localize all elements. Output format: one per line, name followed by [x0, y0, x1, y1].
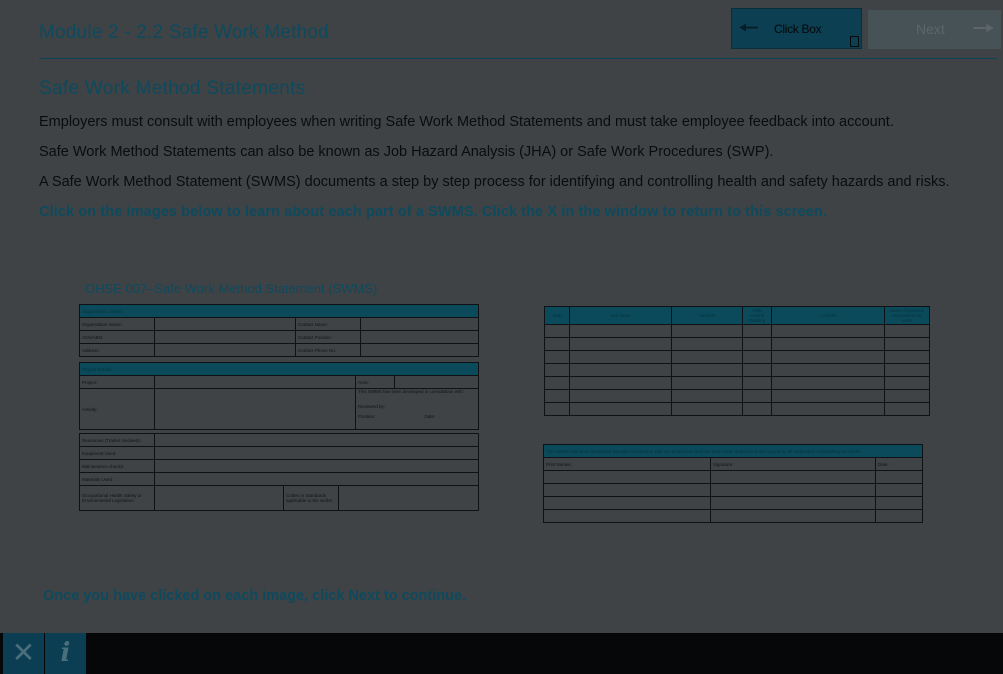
form-label: Organisation Name:	[79, 317, 155, 331]
form-label: Activity:	[79, 388, 155, 430]
form-label: Reviewed by:	[358, 404, 386, 409]
column-header: Signature:	[710, 457, 876, 471]
next-button[interactable]: Next 🠖	[868, 10, 1001, 49]
swms-form-image-steps[interactable]: Step Job steps Hazards Risk Control Rank…	[544, 306, 932, 416]
form-title: OHSE 007–Safe Work Method Statement (SWM…	[85, 281, 378, 296]
form-label: Codes or Standards applicable to the wor…	[283, 485, 339, 511]
form-header: Organisation Details	[79, 304, 479, 318]
footer-note: Once you have clicked on each image, cli…	[43, 588, 467, 604]
column-header: Print Names:	[543, 457, 711, 471]
close-button[interactable]: ✕	[3, 633, 44, 674]
column-header: Step	[544, 306, 570, 325]
form-label: Occupational Health Safety or Environmen…	[79, 485, 155, 511]
form-label: Contact Phone No:	[295, 343, 361, 357]
signatures-table: This SWMS has been developed through con…	[543, 444, 923, 523]
form-label: Project:	[79, 375, 155, 389]
column-header: Risk Control Ranking	[742, 306, 772, 325]
close-icon: ✕	[11, 637, 36, 668]
content-page: Module 2 - 2.2 Safe Work Method 🠔 Click …	[2, 2, 1001, 633]
mouse-cursor-icon	[850, 36, 859, 47]
bottom-toolbar: ✕ i	[0, 633, 1003, 674]
form-header: Project Details	[79, 362, 479, 376]
section-title: Safe Work Method Statements	[39, 78, 306, 99]
title-divider	[39, 58, 997, 59]
form-label: Materials Used:	[79, 472, 155, 486]
organisation-table: Organisation Details Organisation Name: C…	[79, 304, 479, 357]
form-label: Position:	[358, 414, 376, 419]
form-label: Resources (Trades Involved):	[79, 433, 155, 447]
info-button[interactable]: i	[45, 633, 86, 674]
paragraph: A Safe Work Method Statement (SWMS) docu…	[39, 174, 950, 190]
resources-table: Resources (Trades Involved): Equipment U…	[79, 433, 479, 511]
form-label: Address:	[79, 343, 155, 357]
swms-form-image-signatures[interactable]: This SWMS has been developed through con…	[543, 444, 925, 523]
form-label: ACN/ABN:	[79, 330, 155, 344]
form-label: This SWMS has been developed in consulta…	[358, 389, 465, 394]
form-label: Date:	[424, 414, 436, 419]
column-header: Job steps	[569, 306, 672, 325]
form-label: Contact Position:	[295, 330, 361, 344]
next-button-label: Next	[916, 21, 945, 37]
back-button-label: Click Box	[774, 22, 822, 36]
column-header: Controls	[771, 306, 885, 325]
back-button[interactable]: 🠔 Click Box	[731, 8, 862, 49]
column-header: Hazards	[671, 306, 743, 325]
module-title: Module 2 - 2.2 Safe Work Method	[39, 22, 329, 43]
info-icon: i	[60, 638, 71, 668]
arrow-right-icon: 🠖	[972, 13, 995, 43]
form-label: Area:	[355, 375, 395, 389]
column-header: Date:	[875, 457, 923, 471]
form-label: Equipment Used:	[79, 446, 155, 460]
steps-table: Step Job steps Hazards Risk Control Rank…	[544, 306, 930, 416]
column-header: Name of persons responsible for work	[884, 306, 930, 325]
swms-form-image-details[interactable]: OHSE 007–Safe Work Method Statement (SWM…	[79, 278, 481, 520]
form-header: This SWMS has been developed through con…	[543, 444, 923, 458]
paragraph: Employers must consult with employees wh…	[39, 114, 894, 130]
instruction-text: Click on the images below to learn about…	[39, 204, 827, 220]
form-label: Maintenance checks:	[79, 459, 155, 473]
project-table: Project Details Project: Area: Activity: …	[79, 362, 479, 430]
paragraph: Safe Work Method Statements can also be …	[39, 144, 774, 160]
arrow-left-icon: 🠔	[738, 15, 759, 42]
form-label: Contact Name:	[295, 317, 361, 331]
